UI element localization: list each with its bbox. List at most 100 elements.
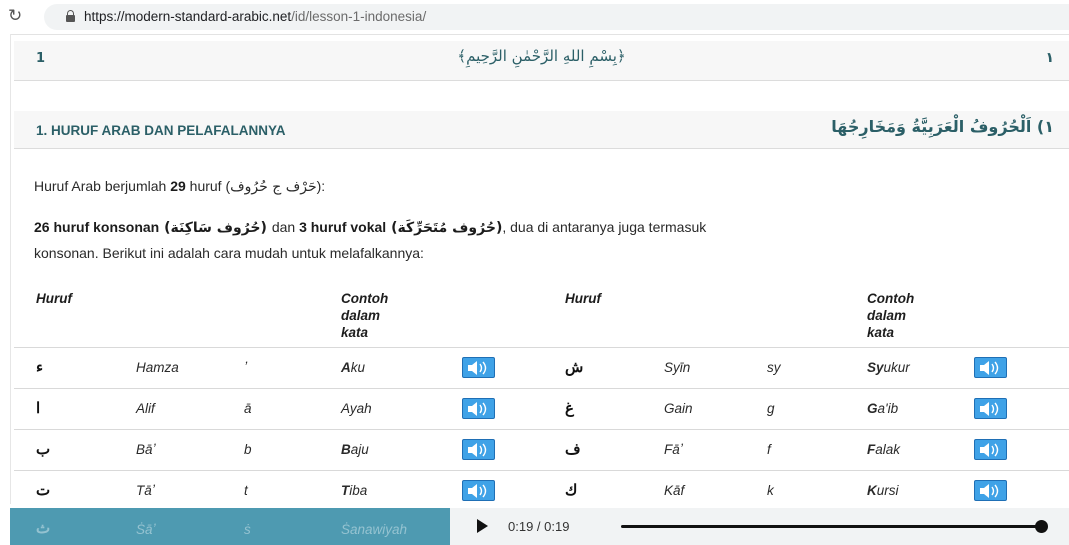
example-rest: ukur: [883, 360, 910, 375]
header-contoh-line: dalam: [341, 308, 381, 323]
example-highlight: B: [341, 442, 351, 457]
page-frame-left: [10, 34, 11, 504]
letter-arabic: ء: [36, 359, 44, 376]
letter-transliteration: ṡ: [244, 522, 251, 537]
letter-name: Bāʼ: [136, 442, 156, 457]
example-word: Ga'ib: [867, 401, 898, 416]
url-text[interactable]: https://modern-standard-arabic.net/id/le…: [84, 9, 426, 24]
letter-name: Alif: [136, 401, 155, 416]
letter-transliteration: ʼ: [244, 360, 247, 375]
example-rest: Ayah: [341, 401, 372, 416]
intro-text: Huruf Arab berjumlah: [34, 178, 171, 194]
url-host: https://modern-standard-arabic.net: [84, 9, 292, 24]
speaker-icon[interactable]: [974, 480, 1007, 501]
letter-arabic: غ: [565, 400, 574, 417]
letter-transliteration: g: [767, 401, 775, 416]
browser-toolbar: ↻ https://modern-standard-arabic.net/id/…: [0, 0, 1069, 33]
letter-arabic: ف: [565, 441, 581, 458]
consonant-arabic: (حُرُوف سَاكِنَة): [159, 220, 272, 236]
letter-name: Hamza: [136, 360, 179, 375]
speaker-icon[interactable]: [974, 357, 1007, 378]
letter-name: Syīn: [664, 360, 691, 375]
table-row: ب Bāʼ b Baju ف Fāʼ f Falak: [14, 430, 1069, 471]
example-rest: iba: [349, 483, 368, 498]
intro-text: dan: [271, 219, 300, 235]
speaker-icon[interactable]: [462, 398, 495, 419]
header-contoh: Contoh dalam kata: [867, 290, 914, 341]
letter-arabic: ث: [36, 520, 51, 537]
bismillah-header: 1 ﴿بِسْمِ اللهِ الرَّحْمٰنِ الرَّحِيمِ﴾ …: [14, 41, 1069, 81]
table-row: ء Hamza ʼ Aku ش Syīn sy Syukur: [14, 348, 1069, 389]
example-word: Kursi: [867, 483, 899, 498]
letter-name: Ṡāʼ: [136, 522, 156, 537]
example-word: Ṡanawiyah: [341, 522, 408, 537]
section-title-arabic: ١) اَلْحُرُوفُ الْعَرَبِيَّةُ وَمَخَارِج…: [831, 117, 1054, 136]
consonant-count: 26 huruf konsonan: [34, 219, 160, 235]
letter-name: Kāf: [664, 483, 685, 498]
letter-transliteration: t: [244, 483, 248, 498]
header-huruf: Huruf: [36, 291, 72, 306]
bismillah-text: ﴿بِسْمِ اللهِ الرَّحْمٰنِ الرَّحِيمِ﴾: [457, 47, 626, 65]
speaker-icon[interactable]: [462, 357, 495, 378]
header-contoh-line: dalam: [867, 308, 907, 323]
example-rest: a'ib: [877, 401, 899, 416]
example-word: Syukur: [867, 360, 910, 375]
letter-transliteration: sy: [767, 360, 781, 375]
example-word: Baju: [341, 442, 369, 457]
letter-name: Tāʼ: [136, 483, 155, 498]
audio-progress-track[interactable]: [621, 525, 1044, 528]
audio-overlay-backdrop: ث Ṡāʼ ṡ Ṡanawiyah: [10, 508, 450, 545]
letter-transliteration: f: [767, 442, 771, 457]
example-rest: aju: [350, 442, 369, 457]
audio-player: 0:19 / 0:19: [450, 508, 1069, 545]
header-contoh: Contoh dalam kata: [341, 290, 388, 341]
section-header: 1. HURUF ARAB DAN PELAFALANNYA ١) اَلْحُ…: [14, 111, 1069, 149]
intro-count: 29: [170, 178, 186, 194]
speaker-icon[interactable]: [974, 439, 1007, 460]
example-rest: alak: [875, 442, 901, 457]
header-contoh-line: kata: [867, 325, 895, 340]
example-rest: ku: [350, 360, 366, 375]
intro-arabic: حَرْف ج حُرُوف: [230, 179, 317, 195]
example-word: Ayah: [341, 401, 372, 416]
play-icon[interactable]: [477, 519, 488, 533]
url-path: /id/lesson-1-indonesia/: [291, 9, 427, 24]
intro-text: ):: [316, 178, 326, 194]
table-header: Huruf Contoh dalam kata Huruf Contoh dal…: [14, 280, 1069, 348]
vowel-arabic: (حُرُوف مُتَحَرِّكَة): [386, 220, 503, 236]
example-highlight: F: [867, 442, 876, 457]
example-word: Falak: [867, 442, 900, 457]
example-highlight: T: [341, 483, 350, 498]
example-rest: ursi: [876, 483, 899, 498]
letter-name: Fāʼ: [664, 442, 683, 457]
letter-arabic: ا: [36, 400, 41, 417]
reload-icon[interactable]: ↻: [8, 6, 22, 26]
lock-icon: [66, 10, 75, 22]
verse-number-arabic: ١: [1045, 50, 1054, 66]
intro-paragraph-3: konsonan. Berikut ini adalah cara mudah …: [34, 245, 424, 261]
letter-transliteration: b: [244, 442, 252, 457]
intro-text: huruf (: [185, 178, 231, 194]
example-highlight: K: [867, 483, 877, 498]
intro-paragraph-2: 26 huruf konsonan (حُرُوف سَاكِنَة) dan …: [34, 219, 706, 236]
header-contoh-line: kata: [341, 325, 369, 340]
section-title: 1. HURUF ARAB DAN PELAFALANNYA: [36, 123, 286, 138]
example-word: Tiba: [341, 483, 367, 498]
example-word: Aku: [341, 360, 365, 375]
letter-arabic: ك: [565, 482, 578, 499]
speaker-icon[interactable]: [462, 439, 495, 460]
header-huruf: Huruf: [565, 291, 601, 306]
speaker-icon[interactable]: [462, 480, 495, 501]
example-highlight: Sy: [867, 360, 884, 375]
audio-time: 0:19 / 0:19: [508, 519, 570, 534]
letter-arabic: ش: [565, 359, 584, 376]
example-highlight: G: [867, 401, 878, 416]
address-bar[interactable]: https://modern-standard-arabic.net/id/le…: [44, 4, 1069, 30]
letter-transliteration: ā: [244, 401, 252, 416]
letter-transliteration: k: [767, 483, 774, 498]
page-frame-top: [10, 34, 1069, 35]
audio-progress-thumb[interactable]: [1035, 520, 1048, 533]
speaker-icon[interactable]: [974, 398, 1007, 419]
table-row: ت Tāʼ t Tiba ك Kāf k Kursi: [14, 471, 1069, 512]
intro-paragraph-1: Huruf Arab berjumlah 29 huruf (حَرْف ج ح…: [34, 178, 325, 195]
